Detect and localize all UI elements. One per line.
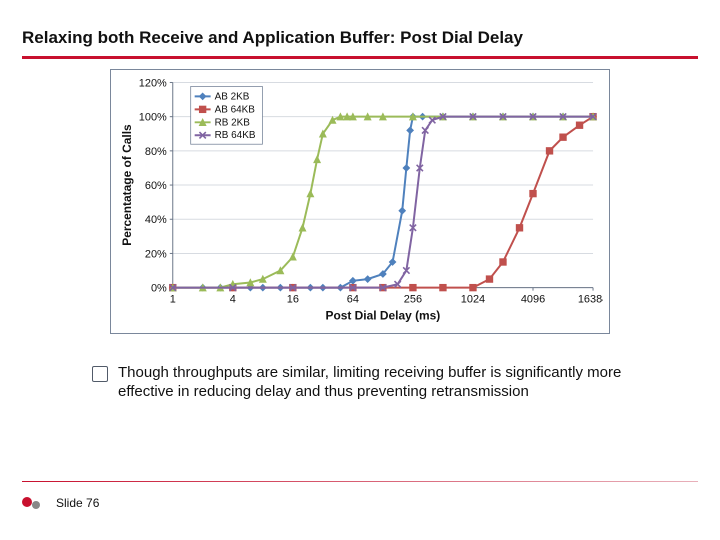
chart-container: 0% 20% 40% 60% 80% 100% 120% 1 4 16 64 256 1024 4096 1… [110,69,610,334]
svg-text:20%: 20% [145,248,167,260]
svg-text:1024: 1024 [461,294,485,306]
svg-text:Percentatage of Calls: Percentatage of Calls [120,124,134,246]
svg-text:RB 64KB: RB 64KB [215,130,256,141]
footer-divider [22,481,698,482]
svg-text:256: 256 [404,294,422,306]
title-divider [22,56,698,59]
svg-text:60%: 60% [145,180,167,192]
svg-text:4: 4 [230,294,236,306]
svg-text:120%: 120% [139,77,167,89]
svg-text:Post Dial Delay (ms): Post Dial Delay (ms) [326,309,441,323]
svg-text:64: 64 [347,294,359,306]
svg-text:80%: 80% [145,146,167,158]
slide-number: Slide 76 [56,496,99,510]
svg-text:1: 1 [170,294,176,306]
svg-text:4096: 4096 [521,294,545,306]
svg-text:16: 16 [287,294,299,306]
slide-footer: Slide 76 [22,481,698,510]
bullet-list: Though throughputs are similar, limiting… [92,364,678,402]
slide: Relaxing both Receive and Application Bu… [0,0,720,540]
svg-text:AB 2KB: AB 2KB [215,91,250,102]
svg-text:AB 64KB: AB 64KB [215,104,256,115]
post-dial-delay-chart: 0% 20% 40% 60% 80% 100% 120% 1 4 16 64 256 1024 4096 1… [115,74,603,324]
svg-text:RB 2KB: RB 2KB [215,117,251,128]
svg-text:16384: 16384 [578,294,603,306]
logo-icon [22,497,44,509]
bullet-text: Though throughputs are similar, limiting… [118,364,678,402]
svg-text:40%: 40% [145,214,167,226]
bullet-item: Though throughputs are similar, limiting… [92,364,678,402]
svg-text:0%: 0% [151,283,167,295]
bullet-checkbox-icon [92,366,108,382]
slide-title: Relaxing both Receive and Application Bu… [22,28,698,56]
svg-text:100%: 100% [139,112,167,124]
